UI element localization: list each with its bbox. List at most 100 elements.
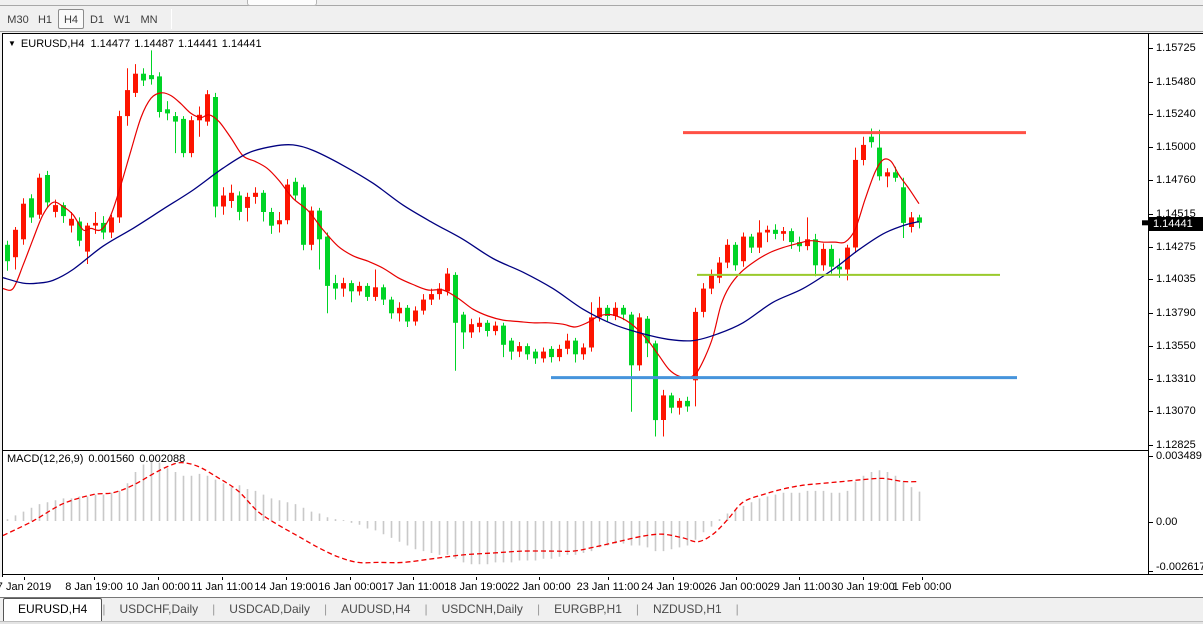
time-axis-label: 29 Jan 11:00: [768, 581, 831, 593]
time-axis-tick: [158, 577, 159, 580]
timeframe-button-d1[interactable]: D1: [86, 9, 108, 29]
time-axis-label: 22 Jan 00:00: [507, 581, 571, 593]
macd-name: MACD(12,26,9): [7, 453, 83, 465]
macd-histogram: [8, 459, 920, 564]
time-axis-tick: [94, 577, 95, 580]
chart-tab-usdcad-daily[interactable]: USDCAD,Daily: [215, 599, 324, 621]
chart-tab-audusd-h4[interactable]: AUDUSD,H4: [327, 599, 424, 621]
time-axis-label: 26 Jan 00:00: [704, 581, 768, 593]
time-axis-tick: [539, 577, 540, 580]
macd-axis-label: 0.00: [1156, 516, 1177, 528]
price-axis-label: 1.13070: [1156, 405, 1196, 417]
price-axis-label: 1.14275: [1156, 241, 1196, 253]
timeframe-button-w1[interactable]: W1: [110, 9, 134, 29]
time-axis-label: 17 Jan 11:00: [382, 581, 445, 593]
time-axis-label: 30 Jan 19:00: [831, 581, 895, 593]
chart-tab-nzdusd-h1[interactable]: NZDUSD,H1: [639, 599, 736, 621]
time-axis-tick: [922, 577, 923, 580]
price-axis-label: 1.15480: [1156, 76, 1196, 88]
macd-signal-line: [3, 463, 918, 563]
price-axis-tick: [1149, 48, 1153, 49]
time-axis-tick: [673, 577, 674, 580]
time-axis-tick: [799, 577, 800, 580]
macd-indicator-label: MACD(12,26,9) 0.001560 0.002088: [7, 453, 190, 465]
time-axis-tick: [222, 577, 223, 580]
current-price-tag: 1.14441: [1149, 217, 1203, 231]
price-axis-label: 1.14035: [1156, 273, 1196, 285]
main-chart-area[interactable]: [3, 34, 1148, 450]
time-axis-label: 18 Jan 19:00: [444, 581, 508, 593]
price-axis-tick: [1149, 147, 1153, 148]
time-axis-label: 23 Jan 11:00: [577, 581, 640, 593]
macd-bottom-border: [3, 574, 1203, 575]
mt4-window: M30H1H4D1W1MN ▼EURUSD,H41.144771.144871.…: [0, 0, 1203, 624]
time-axis-label: 11 Jan 11:00: [191, 581, 253, 593]
chart-tab-eurgbp-h1[interactable]: EURGBP,H1: [540, 599, 636, 621]
timeframe-button-h1[interactable]: H1: [34, 9, 56, 29]
time-axis-tick: [286, 577, 287, 580]
timeframe-button-h4[interactable]: H4: [58, 9, 84, 29]
price-axis-label: 1.15000: [1156, 141, 1196, 153]
timeframe-toolbar: M30H1H4D1W1MN: [0, 7, 1203, 32]
price-axis-label: 1.13790: [1156, 307, 1196, 319]
timeframe-button-m30[interactable]: M30: [4, 9, 32, 29]
time-axis-tick: [476, 577, 477, 580]
ohlc-close: 1.14441: [222, 38, 262, 50]
chart-dropdown-arrow-icon: ▼: [8, 39, 16, 48]
price-axis-label: 1.15240: [1156, 108, 1196, 120]
price-axis-label: 1.14760: [1156, 174, 1196, 186]
price-axis-tick: [1149, 180, 1153, 181]
toolbar-button-fragment: [247, 0, 317, 6]
time-axis-tick: [413, 577, 414, 580]
macd-axis-tick: [1149, 571, 1153, 572]
chart-tab-eurusd-h4[interactable]: EURUSD,H4: [3, 598, 102, 621]
price-axis-tick: [1149, 379, 1153, 380]
time-axis-label: 10 Jan 00:00: [126, 581, 190, 593]
ma-slow-line: [3, 145, 919, 341]
ohlc-low: 1.14441: [178, 38, 218, 50]
price-axis-tick: [1149, 411, 1153, 412]
time-axis-tick: [863, 577, 864, 580]
price-axis-label: 1.13550: [1156, 340, 1196, 352]
price-axis-tick: [1149, 114, 1153, 115]
time-axis-label: 14 Jan 19:00: [254, 581, 318, 593]
time-axis-label: 16 Jan 00:00: [318, 581, 382, 593]
macd-panel[interactable]: [3, 451, 1148, 574]
time-axis-tick: [350, 577, 351, 580]
macd-axis-tick: [1149, 522, 1153, 523]
macd-signal-value: 0.002088: [139, 453, 185, 465]
price-axis[interactable]: 1.157251.154801.152401.150001.147601.145…: [1149, 34, 1203, 574]
time-axis-label: 1 Feb 00:00: [893, 581, 952, 593]
chart-title: ▼EURUSD,H41.144771.144871.144411.14441: [8, 38, 262, 50]
price-axis-tick: [1149, 214, 1153, 215]
price-axis-label: 1.15725: [1156, 42, 1196, 54]
time-axis-tick: [24, 577, 25, 580]
price-axis-tick: [1149, 346, 1153, 347]
macd-axis-tick: [1149, 456, 1153, 457]
price-axis-tick: [1149, 82, 1153, 83]
time-axis-tick: [608, 577, 609, 580]
price-axis-tick: [1149, 247, 1153, 248]
macd-axis-label: -0.002617: [1156, 561, 1203, 573]
chart-tab-bar: EURUSD,H4|USDCHF,Daily|USDCAD,Daily|AUDU…: [0, 597, 1203, 621]
macd-value: 0.001560: [88, 453, 134, 465]
toolbar-separator: [171, 9, 172, 29]
ohlc-high: 1.14487: [134, 38, 174, 50]
price-axis-tick: [1149, 313, 1153, 314]
price-axis-tick: [1149, 279, 1153, 280]
chart-tab-usdchf-daily[interactable]: USDCHF,Daily: [105, 599, 212, 621]
ma-fast-line: [3, 93, 919, 378]
time-axis-label: 8 Jan 19:00: [65, 581, 123, 593]
time-axis-label: 24 Jan 19:00: [641, 581, 705, 593]
time-axis-label: 7 Jan 2019: [0, 581, 51, 593]
chart-tab-usdcnh-daily[interactable]: USDCNH,Daily: [428, 599, 537, 621]
price-axis-tick: [1149, 445, 1153, 446]
macd-axis-label: 0.003489: [1156, 450, 1202, 462]
price-axis-label: 1.13310: [1156, 373, 1196, 385]
chart-symbol-label: EURUSD,H4: [21, 38, 85, 50]
time-axis[interactable]: 7 Jan 2019 8 Jan 19:0010 Jan 00:0011 Jan …: [0, 577, 1203, 597]
tab-separator: |: [736, 599, 739, 621]
time-axis-tick: [736, 577, 737, 580]
upper-toolbar-remnant: [0, 0, 1203, 6]
timeframe-button-mn[interactable]: MN: [136, 9, 162, 29]
